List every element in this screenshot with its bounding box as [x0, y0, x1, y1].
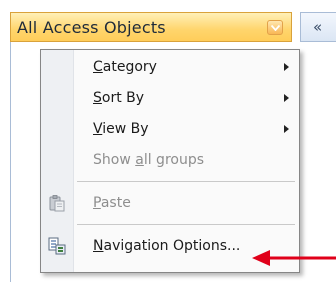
menu-item-label: Show all groups: [93, 152, 205, 168]
menu-item-label: Paste: [93, 195, 131, 211]
red-arrow-icon: [252, 250, 336, 266]
menu-item-paste[interactable]: Paste: [41, 188, 299, 218]
submenu-arrow-icon: [284, 125, 289, 133]
navigation-pane-dropdown-button[interactable]: [267, 20, 283, 35]
navigation-pane-title: All Access Objects: [17, 18, 166, 37]
chevron-down-icon: [271, 25, 280, 31]
submenu-arrow-icon: [284, 94, 289, 102]
double-chevron-left-icon: «: [313, 18, 323, 36]
menu-separator: [77, 224, 295, 225]
menu-item-label: Category: [93, 59, 157, 75]
menu-item-label: Navigation Options...: [93, 238, 241, 254]
menu-item-label: Sort By: [93, 90, 145, 106]
menu-item-label: View By: [93, 121, 149, 137]
submenu-arrow-icon: [284, 63, 289, 71]
menu-item-category[interactable]: Category: [41, 52, 299, 82]
navigation-pane-header[interactable]: All Access Objects: [10, 12, 292, 42]
menu-item-show-all-groups[interactable]: Show all groups: [41, 145, 299, 175]
navigation-options-icon: [48, 237, 66, 259]
navigation-pane-context-menu: Category Sort By View By Show all groups…: [40, 49, 300, 273]
menu-separator: [77, 181, 295, 182]
paste-icon: [48, 194, 66, 216]
menu-item-view-by[interactable]: View By: [41, 114, 299, 144]
menu-item-sort-by[interactable]: Sort By: [41, 83, 299, 113]
shutter-bar-close-button[interactable]: «: [300, 12, 336, 42]
